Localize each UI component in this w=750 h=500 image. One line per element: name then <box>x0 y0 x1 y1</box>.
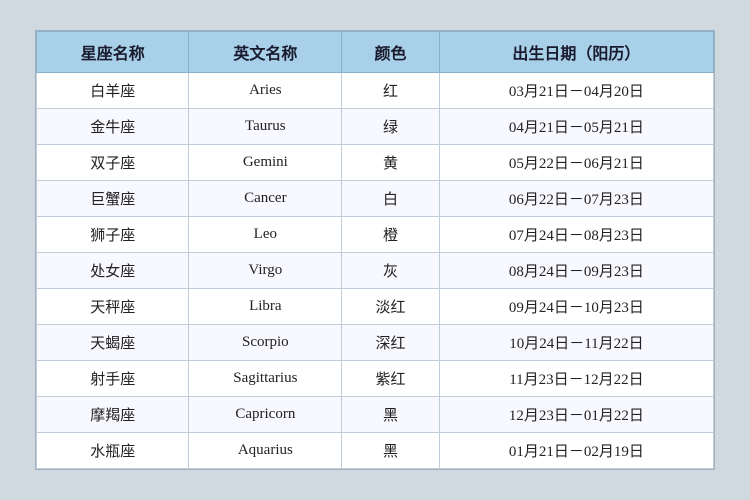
cell-color: 绿 <box>342 109 440 145</box>
table-row: 白羊座Aries红03月21日－04月20日 <box>37 73 714 109</box>
cell-color: 灰 <box>342 253 440 289</box>
cell-date: 05月22日－06月21日 <box>439 145 713 181</box>
col-header-color: 颜色 <box>342 32 440 73</box>
col-header-date: 出生日期（阳历） <box>439 32 713 73</box>
table-row: 巨蟹座Cancer白06月22日－07月23日 <box>37 181 714 217</box>
cell-date: 11月23日－12月22日 <box>439 361 713 397</box>
table-row: 狮子座Leo橙07月24日－08月23日 <box>37 217 714 253</box>
cell-color: 黑 <box>342 397 440 433</box>
table-row: 金牛座Taurus绿04月21日－05月21日 <box>37 109 714 145</box>
cell-date: 03月21日－04月20日 <box>439 73 713 109</box>
cell-en: Aquarius <box>189 433 342 469</box>
cell-zh: 处女座 <box>37 253 189 289</box>
cell-en: Scorpio <box>189 325 342 361</box>
cell-en: Gemini <box>189 145 342 181</box>
cell-en: Aries <box>189 73 342 109</box>
cell-color: 黑 <box>342 433 440 469</box>
cell-color: 黄 <box>342 145 440 181</box>
table-row: 摩羯座Capricorn黑12月23日－01月22日 <box>37 397 714 433</box>
table-row: 天蝎座Scorpio深红10月24日－11月22日 <box>37 325 714 361</box>
table-row: 双子座Gemini黄05月22日－06月21日 <box>37 145 714 181</box>
table-body: 白羊座Aries红03月21日－04月20日金牛座Taurus绿04月21日－0… <box>37 73 714 469</box>
cell-color: 深红 <box>342 325 440 361</box>
cell-en: Sagittarius <box>189 361 342 397</box>
cell-zh: 天秤座 <box>37 289 189 325</box>
table-header-row: 星座名称 英文名称 颜色 出生日期（阳历） <box>37 32 714 73</box>
cell-color: 白 <box>342 181 440 217</box>
cell-color: 红 <box>342 73 440 109</box>
table-row: 水瓶座Aquarius黑01月21日－02月19日 <box>37 433 714 469</box>
cell-date: 07月24日－08月23日 <box>439 217 713 253</box>
cell-zh: 摩羯座 <box>37 397 189 433</box>
cell-date: 09月24日－10月23日 <box>439 289 713 325</box>
cell-color: 橙 <box>342 217 440 253</box>
cell-date: 06月22日－07月23日 <box>439 181 713 217</box>
table-row: 天秤座Libra淡红09月24日－10月23日 <box>37 289 714 325</box>
cell-zh: 天蝎座 <box>37 325 189 361</box>
cell-date: 01月21日－02月19日 <box>439 433 713 469</box>
cell-date: 12月23日－01月22日 <box>439 397 713 433</box>
cell-en: Virgo <box>189 253 342 289</box>
col-header-en: 英文名称 <box>189 32 342 73</box>
cell-zh: 射手座 <box>37 361 189 397</box>
cell-zh: 金牛座 <box>37 109 189 145</box>
cell-zh: 双子座 <box>37 145 189 181</box>
cell-en: Capricorn <box>189 397 342 433</box>
table-row: 射手座Sagittarius紫红11月23日－12月22日 <box>37 361 714 397</box>
cell-date: 10月24日－11月22日 <box>439 325 713 361</box>
cell-zh: 白羊座 <box>37 73 189 109</box>
cell-en: Cancer <box>189 181 342 217</box>
cell-en: Taurus <box>189 109 342 145</box>
cell-zh: 水瓶座 <box>37 433 189 469</box>
cell-color: 淡红 <box>342 289 440 325</box>
zodiac-table: 星座名称 英文名称 颜色 出生日期（阳历） 白羊座Aries红03月21日－04… <box>36 31 714 469</box>
cell-zh: 狮子座 <box>37 217 189 253</box>
cell-color: 紫红 <box>342 361 440 397</box>
cell-date: 04月21日－05月21日 <box>439 109 713 145</box>
cell-en: Leo <box>189 217 342 253</box>
cell-date: 08月24日－09月23日 <box>439 253 713 289</box>
zodiac-table-container: 星座名称 英文名称 颜色 出生日期（阳历） 白羊座Aries红03月21日－04… <box>35 30 715 470</box>
table-row: 处女座Virgo灰08月24日－09月23日 <box>37 253 714 289</box>
col-header-zh: 星座名称 <box>37 32 189 73</box>
cell-en: Libra <box>189 289 342 325</box>
cell-zh: 巨蟹座 <box>37 181 189 217</box>
